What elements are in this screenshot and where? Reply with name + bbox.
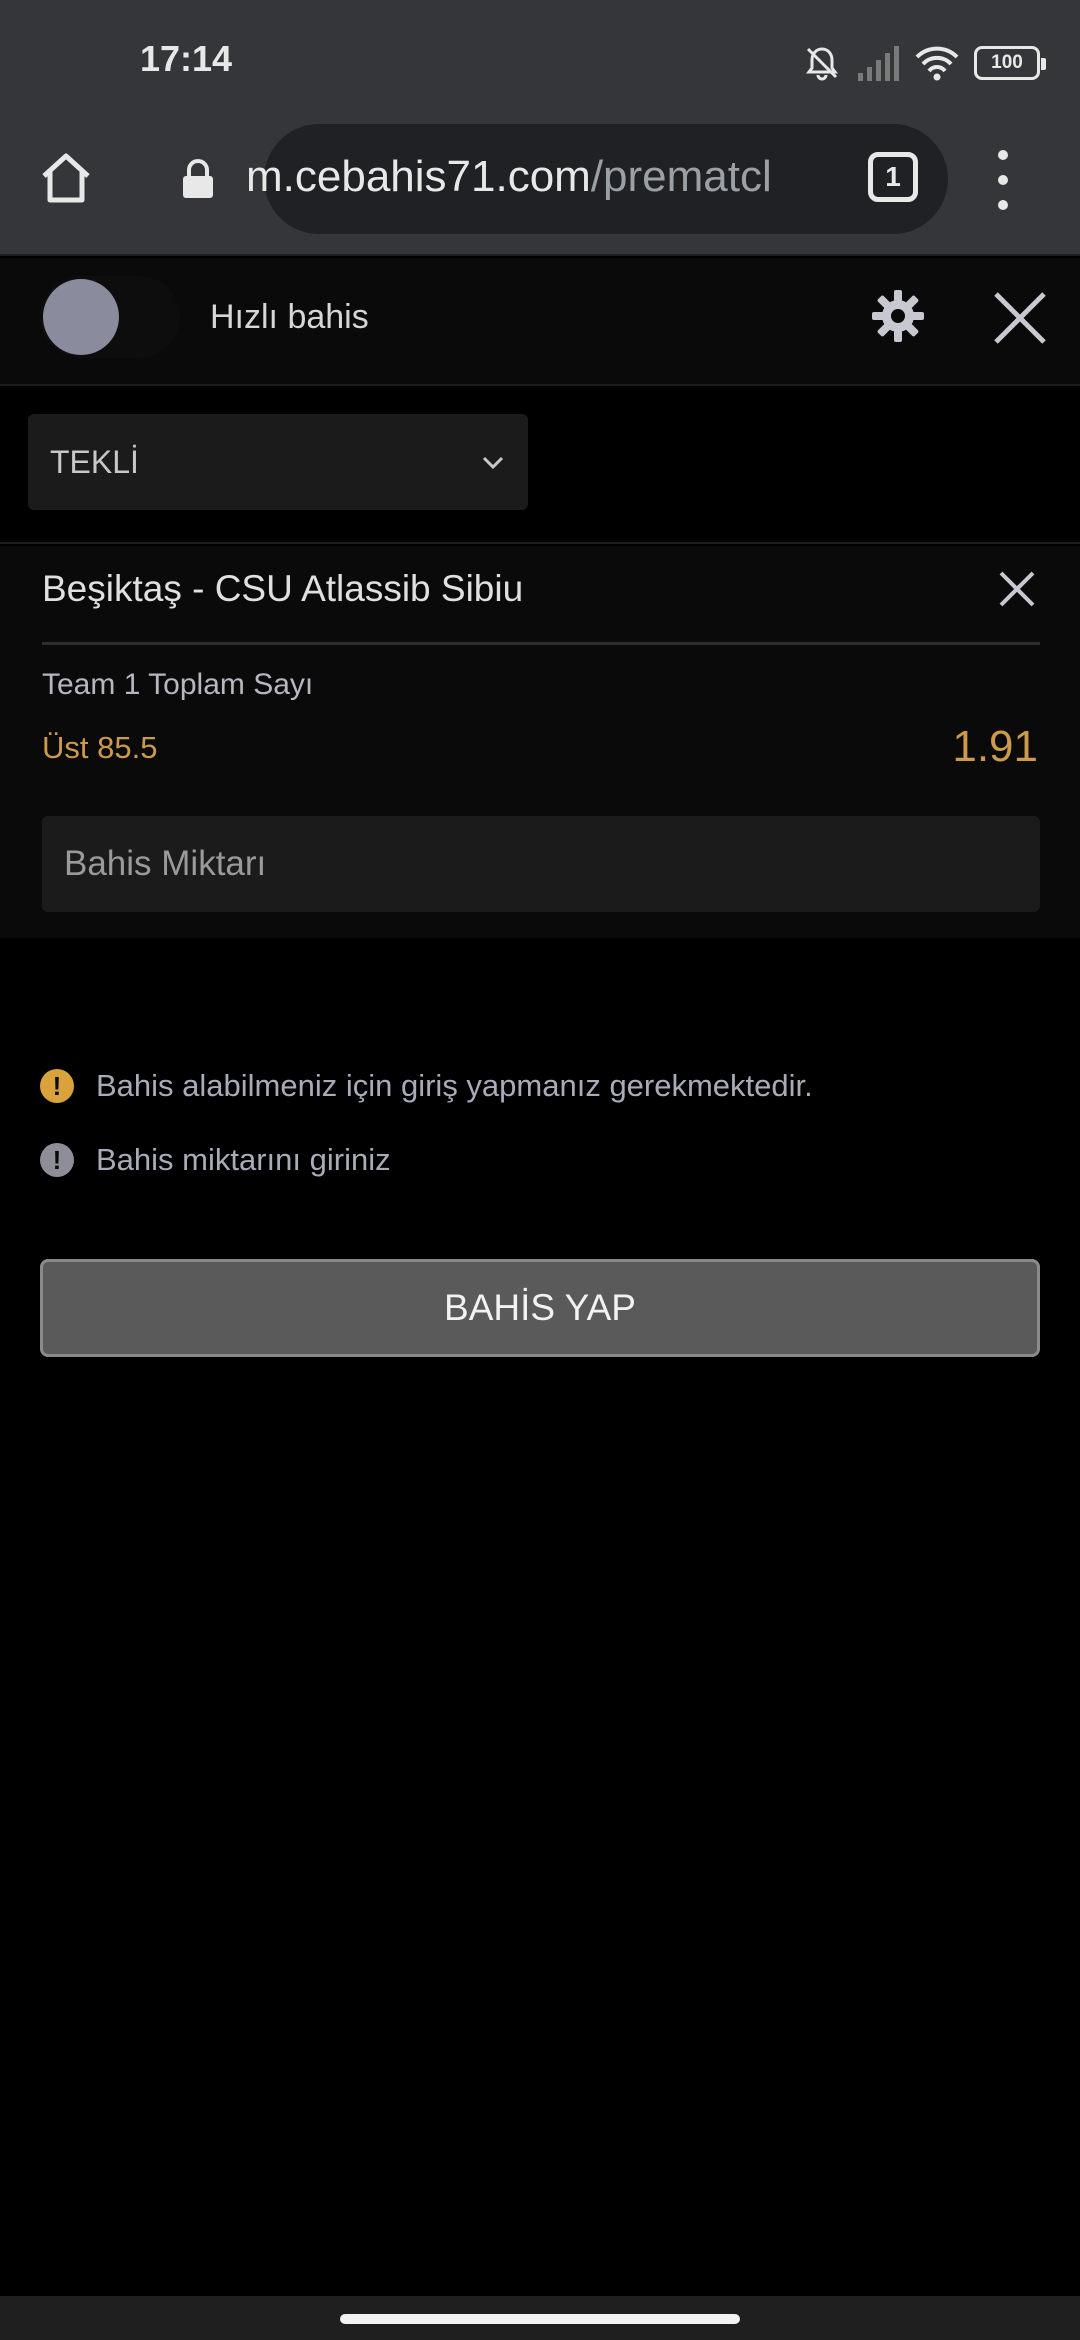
- betslip-header: Hızlı bahis: [0, 258, 1080, 386]
- enter-amount-message: ! Bahis miktarını giriniz: [40, 1142, 391, 1178]
- status-icons: 100: [802, 38, 1046, 88]
- url-host: m.cebahis71.com: [246, 152, 591, 201]
- enter-amount-text: Bahis miktarını giriniz: [96, 1142, 391, 1177]
- remove-selection-icon[interactable]: [998, 570, 1036, 608]
- market-name: Team 1 Toplam Sayı: [42, 668, 314, 701]
- match-name: Beşiktaş - CSU Atlassib Sibiu: [42, 568, 524, 609]
- address-bar[interactable]: m.cebahis71.com/prematcl: [132, 124, 948, 234]
- stake-field[interactable]: [42, 816, 1040, 912]
- divider: [0, 542, 1080, 544]
- selection-name: Üst 85.5: [42, 730, 158, 765]
- odds-value: 1.91: [952, 722, 1038, 771]
- toggle-knob: [43, 279, 119, 355]
- tab-switcher-button[interactable]: 1: [868, 152, 918, 202]
- status-time: 17:14: [140, 38, 233, 79]
- gear-icon[interactable]: [870, 288, 926, 344]
- stake-input[interactable]: [42, 816, 1040, 912]
- close-icon[interactable]: [990, 288, 1050, 348]
- menu-dots-icon[interactable]: [986, 150, 1020, 210]
- bet-type-value: TEKLİ: [50, 444, 139, 480]
- home-icon[interactable]: [36, 148, 96, 208]
- place-bet-button[interactable]: BAHİS YAP: [40, 1259, 1040, 1357]
- info-icon: !: [40, 1143, 74, 1177]
- signal-icon: [858, 46, 899, 81]
- battery-level: 100: [991, 52, 1023, 73]
- login-required-message: ! Bahis alabilmeniz için giriş yapmanız …: [40, 1068, 813, 1104]
- chevron-down-icon: [482, 456, 504, 470]
- browser-toolbar: m.cebahis71.com/prematcl 1: [0, 124, 1080, 256]
- url-text[interactable]: m.cebahis71.com/prematcl: [246, 152, 772, 202]
- status-bar: 17:14 100: [0, 0, 1080, 124]
- card-divider: [42, 642, 1040, 645]
- login-required-text: Bahis alabilmeniz için giriş yapmanız ge…: [96, 1068, 813, 1103]
- bet-type-select[interactable]: TEKLİ: [28, 414, 528, 510]
- mute-bell-icon: [806, 47, 838, 81]
- lock-icon[interactable]: [180, 158, 216, 200]
- battery-icon: 100: [974, 46, 1046, 80]
- wifi-icon: [915, 46, 959, 81]
- bet-selection-card: Beşiktaş - CSU Atlassib Sibiu Team 1 Top…: [0, 546, 1080, 938]
- quick-bet-label: Hızlı bahis: [210, 298, 369, 336]
- gesture-handle[interactable]: [340, 2314, 740, 2324]
- url-path: /prematcl: [590, 152, 772, 201]
- quick-bet-toggle[interactable]: [40, 276, 180, 358]
- system-nav-bar: [0, 2296, 1080, 2340]
- warning-icon: !: [40, 1069, 74, 1103]
